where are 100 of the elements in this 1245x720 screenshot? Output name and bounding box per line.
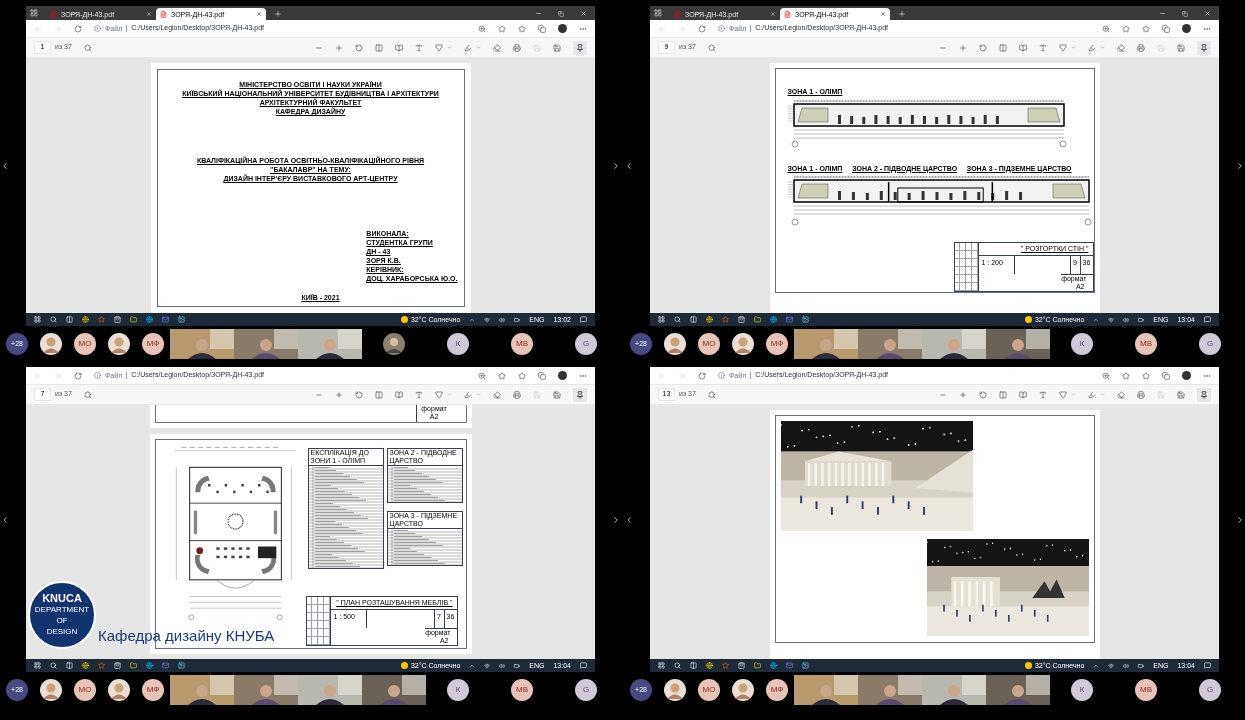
- store-icon[interactable]: [738, 316, 745, 323]
- participant-avatar[interactable]: МФ: [142, 679, 164, 701]
- eraser-icon[interactable]: [1117, 390, 1125, 399]
- app-icon[interactable]: [98, 662, 105, 669]
- battery-icon[interactable]: [1138, 662, 1145, 669]
- pin-button[interactable]: [1197, 387, 1211, 402]
- task-view-icon[interactable]: [690, 662, 697, 669]
- pin-button[interactable]: [573, 387, 587, 402]
- edge-icon[interactable]: [146, 662, 153, 669]
- participant-avatar[interactable]: МВ: [511, 679, 533, 701]
- task-view-icon[interactable]: [66, 662, 73, 669]
- highlight-icon[interactable]: [1088, 390, 1096, 399]
- participant-avatar[interactable]: МВ: [511, 333, 533, 355]
- tray-icon[interactable]: [469, 316, 476, 323]
- save-as-icon[interactable]: [1177, 390, 1185, 399]
- draw-icon[interactable]: [435, 390, 443, 399]
- save-as-icon[interactable]: [553, 390, 561, 399]
- pin-button[interactable]: [573, 40, 587, 55]
- collections-icon[interactable]: [538, 24, 546, 33]
- rotate-icon[interactable]: [979, 390, 987, 399]
- app-icon[interactable]: [722, 316, 729, 323]
- zoom-in-icon[interactable]: [959, 43, 967, 52]
- photos-icon[interactable]: [802, 662, 809, 669]
- new-tab-icon[interactable]: [274, 10, 282, 18]
- profile-avatar[interactable]: [1182, 24, 1191, 33]
- participant-avatar[interactable]: G: [1199, 679, 1221, 701]
- notifications-icon[interactable]: [580, 316, 587, 323]
- participant-avatar[interactable]: МФ: [766, 679, 788, 701]
- page-view-icon[interactable]: [395, 43, 403, 52]
- restore-icon[interactable]: [558, 11, 564, 17]
- reload-icon[interactable]: [74, 24, 82, 33]
- page-view-icon[interactable]: [1019, 43, 1027, 52]
- network-icon[interactable]: [1108, 662, 1115, 669]
- read-aloud-icon[interactable]: [1039, 390, 1047, 399]
- draw-icon[interactable]: [1059, 390, 1067, 399]
- favorites-icon[interactable]: [1142, 24, 1150, 33]
- fit-icon[interactable]: [999, 390, 1007, 399]
- volume-icon[interactable]: [499, 316, 506, 323]
- search-icon[interactable]: [83, 390, 92, 399]
- volume-icon[interactable]: [1123, 662, 1130, 669]
- profile-avatar[interactable]: [1182, 371, 1191, 380]
- participant-avatar[interactable]: К: [1071, 679, 1093, 701]
- chrome-icon[interactable]: [706, 316, 713, 323]
- notifications-icon[interactable]: [1204, 662, 1211, 669]
- participant-avatar[interactable]: МВ: [1135, 333, 1157, 355]
- volume-icon[interactable]: [499, 662, 506, 669]
- folder-icon[interactable]: [130, 662, 137, 669]
- participant-avatar[interactable]: МО: [698, 679, 720, 701]
- highlight-icon[interactable]: [1088, 43, 1096, 52]
- battery-icon[interactable]: [1138, 316, 1145, 323]
- rotate-icon[interactable]: [355, 43, 363, 52]
- start-icon[interactable]: [658, 662, 665, 669]
- folder-icon[interactable]: [754, 662, 761, 669]
- page-view-icon[interactable]: [1019, 390, 1027, 399]
- save-as-icon[interactable]: [1177, 43, 1185, 52]
- tray-icon[interactable]: [469, 662, 476, 669]
- collections-icon[interactable]: [1162, 371, 1170, 380]
- task-view-icon[interactable]: [66, 316, 73, 323]
- rotate-icon[interactable]: [355, 390, 363, 399]
- folder-icon[interactable]: [130, 316, 137, 323]
- teams-icon[interactable]: [162, 662, 169, 669]
- tab-actions-icon[interactable]: [654, 9, 662, 17]
- edge-icon[interactable]: [770, 662, 777, 669]
- page-view-icon[interactable]: [395, 390, 403, 399]
- participant-avatar[interactable]: G: [1199, 333, 1221, 355]
- restore-icon[interactable]: [1182, 11, 1188, 17]
- network-icon[interactable]: [484, 662, 491, 669]
- minimize-icon[interactable]: [1159, 10, 1166, 17]
- battery-icon[interactable]: [514, 316, 521, 323]
- tray-icon[interactable]: [1093, 662, 1100, 669]
- teams-icon[interactable]: [162, 316, 169, 323]
- participant-avatar[interactable]: G: [575, 679, 597, 701]
- zoom-icon[interactable]: [1102, 371, 1110, 380]
- app-icon[interactable]: [722, 662, 729, 669]
- highlight-icon[interactable]: [464, 390, 472, 399]
- volume-icon[interactable]: [1123, 316, 1130, 323]
- photos-icon[interactable]: [178, 662, 185, 669]
- fit-icon[interactable]: [999, 43, 1007, 52]
- pin-button[interactable]: [1197, 40, 1211, 55]
- tray-icon[interactable]: [1093, 316, 1100, 323]
- participant-avatar[interactable]: К: [447, 333, 469, 355]
- zoom-icon[interactable]: [478, 371, 486, 380]
- collections-icon[interactable]: [538, 371, 546, 380]
- reload-icon[interactable]: [74, 371, 82, 380]
- search-icon[interactable]: [707, 43, 716, 52]
- teams-icon[interactable]: [786, 316, 793, 323]
- fit-icon[interactable]: [375, 390, 383, 399]
- profile-avatar[interactable]: [558, 24, 567, 33]
- edge-icon[interactable]: [770, 316, 777, 323]
- participant-avatar[interactable]: МФ: [766, 333, 788, 355]
- eraser-icon[interactable]: [493, 43, 501, 52]
- zoom-in-icon[interactable]: [335, 43, 343, 52]
- read-aloud-icon[interactable]: [415, 390, 423, 399]
- fit-icon[interactable]: [375, 43, 383, 52]
- store-icon[interactable]: [738, 662, 745, 669]
- app-icon[interactable]: [98, 316, 105, 323]
- participant-avatar[interactable]: МО: [74, 333, 96, 355]
- store-icon[interactable]: [114, 662, 121, 669]
- tab-actions-icon[interactable]: [30, 9, 38, 17]
- chrome-icon[interactable]: [706, 662, 713, 669]
